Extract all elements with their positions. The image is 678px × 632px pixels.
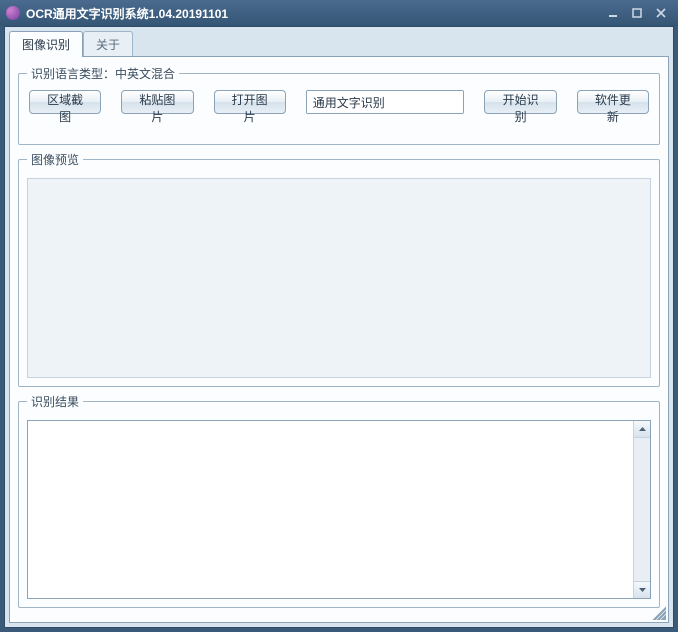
titlebar[interactable]: OCR通用文字识别系统1.04.20191101	[0, 0, 678, 26]
tab-image-recognition[interactable]: 图像识别	[9, 31, 83, 57]
scroll-track[interactable]	[634, 438, 650, 581]
recognition-mode-combo[interactable]	[306, 90, 465, 114]
app-icon	[6, 6, 20, 20]
result-scrollbar[interactable]	[633, 421, 650, 598]
language-legend: 识别语言类型：中英文混合	[27, 65, 179, 82]
app-window: OCR通用文字识别系统1.04.20191101 图像识别 关于 识别语言类型：…	[0, 0, 678, 632]
software-update-button[interactable]: 软件更新	[577, 90, 649, 114]
image-preview-group: 图像预览	[18, 151, 660, 387]
image-preview-legend: 图像预览	[27, 151, 83, 168]
image-preview-area	[27, 178, 651, 378]
resize-grip-icon[interactable]	[652, 606, 666, 620]
client-area: 图像识别 关于 识别语言类型：中英文混合 区域截图 粘贴图片 打开图片	[4, 26, 674, 628]
window-title: OCR通用文字识别系统1.04.20191101	[26, 5, 600, 22]
result-group: 识别结果	[18, 393, 660, 608]
result-textarea[interactable]	[28, 421, 633, 598]
maximize-button[interactable]	[626, 5, 648, 21]
tab-about[interactable]: 关于	[83, 31, 133, 57]
recognition-mode-value[interactable]	[307, 91, 465, 113]
close-button[interactable]	[650, 5, 672, 21]
language-group: 识别语言类型：中英文混合 区域截图 粘贴图片 打开图片 开始识别 软件更新	[18, 65, 660, 145]
tab-body: 识别语言类型：中英文混合 区域截图 粘贴图片 打开图片 开始识别 软件更新	[9, 57, 669, 623]
result-legend: 识别结果	[27, 393, 83, 410]
paste-image-button[interactable]: 粘贴图片	[121, 90, 193, 114]
scroll-down-icon[interactable]	[634, 581, 650, 598]
tab-strip: 图像识别 关于	[5, 27, 673, 57]
minimize-button[interactable]	[602, 5, 624, 21]
scroll-up-icon[interactable]	[634, 421, 650, 438]
result-wrap	[27, 420, 651, 599]
toolbar: 区域截图 粘贴图片 打开图片 开始识别 软件更新	[27, 88, 651, 114]
open-image-button[interactable]: 打开图片	[214, 90, 286, 114]
capture-area-button[interactable]: 区域截图	[29, 90, 101, 114]
start-recognition-button[interactable]: 开始识别	[484, 90, 556, 114]
